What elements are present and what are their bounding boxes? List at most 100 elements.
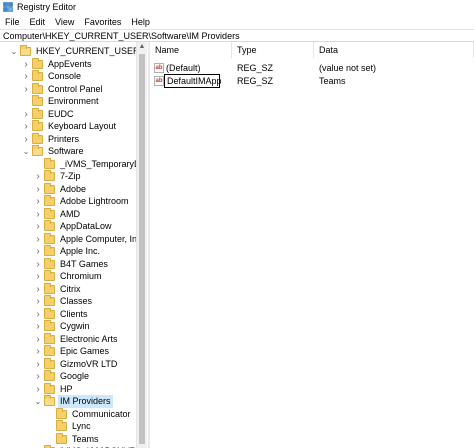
chevron-right-icon[interactable]: › bbox=[34, 233, 42, 246]
tree-item-lync[interactable]: Lync bbox=[0, 420, 136, 433]
tree-item-electronic-arts[interactable]: › Electronic Arts bbox=[0, 332, 136, 346]
tree-item-label: Cygwin bbox=[60, 321, 90, 331]
chevron-right-icon[interactable]: › bbox=[34, 295, 42, 308]
chevron-right-icon[interactable]: › bbox=[22, 120, 30, 133]
chevron-right-icon[interactable]: › bbox=[22, 70, 30, 83]
chevron-right-icon[interactable]: › bbox=[34, 245, 42, 258]
rename-input[interactable]: DefaultIMApp bbox=[164, 74, 222, 88]
folder-icon bbox=[32, 82, 43, 94]
menu-item-file[interactable]: File bbox=[0, 15, 25, 29]
tree-item-label: Google bbox=[60, 371, 90, 381]
tree-item-label: Teams bbox=[72, 433, 99, 444]
tree-item-citrix[interactable]: › Citrix bbox=[0, 282, 136, 296]
value-data: (value not set) bbox=[319, 63, 377, 73]
tree-item-label: HKEY_CURRENT_USER bbox=[36, 46, 140, 56]
folder-icon bbox=[44, 170, 55, 181]
tree-item-console[interactable]: › Console bbox=[0, 70, 136, 83]
tree-item-im-providers[interactable]: ⌄ IM Providers bbox=[0, 395, 136, 408]
tree-item-google[interactable]: › Google bbox=[0, 370, 136, 383]
chevron-down-icon[interactable]: ⌄ bbox=[22, 145, 30, 158]
folder-icon bbox=[44, 182, 55, 194]
folder-icon bbox=[44, 357, 55, 369]
chevron-down-icon[interactable]: ⌄ bbox=[10, 45, 18, 58]
tree-item-label: Apple Inc. bbox=[60, 246, 101, 256]
menu-item-help[interactable]: Help bbox=[126, 15, 155, 29]
chevron-right-icon[interactable]: › bbox=[22, 83, 30, 96]
chevron-right-icon[interactable]: › bbox=[34, 383, 42, 396]
tree-item-printers[interactable]: › Printers bbox=[0, 132, 136, 146]
chevron-right-icon[interactable]: › bbox=[34, 333, 42, 346]
folder-icon bbox=[20, 45, 31, 56]
menu-item-edit[interactable]: Edit bbox=[25, 15, 51, 29]
tree-item-hp[interactable]: › HP bbox=[0, 382, 136, 396]
tree-item-label: Citrix bbox=[60, 283, 81, 294]
tree-item-apple-computer-inc[interactable]: › Apple Computer, Inc bbox=[0, 232, 142, 246]
tree-item-teams[interactable]: Teams bbox=[0, 432, 136, 446]
chevron-right-icon[interactable]: › bbox=[34, 320, 42, 333]
tree-item-appdatalow[interactable]: › AppDataLow bbox=[0, 220, 136, 233]
chevron-right-icon[interactable]: › bbox=[34, 220, 42, 233]
chevron-right-icon[interactable]: › bbox=[34, 258, 42, 271]
tree-item-control-panel[interactable]: › Control Panel bbox=[0, 82, 136, 96]
chevron-right-icon[interactable]: › bbox=[34, 208, 42, 221]
chevron-right-icon[interactable]: › bbox=[34, 308, 42, 321]
folder-icon bbox=[44, 345, 55, 356]
chevron-right-icon[interactable]: › bbox=[34, 170, 42, 183]
folder-icon bbox=[44, 370, 55, 381]
tree-item-gizmovr-ltd[interactable]: › GizmoVR LTD bbox=[0, 357, 136, 371]
chevron-right-icon[interactable]: › bbox=[34, 270, 42, 283]
tree-item-epic-games[interactable]: › Epic Games bbox=[0, 345, 136, 358]
tree-item-classes[interactable]: › Classes bbox=[0, 295, 136, 308]
tree-item-chromium[interactable]: › Chromium bbox=[0, 270, 136, 283]
column-header-data[interactable]: Data bbox=[314, 42, 474, 58]
tree-item-adobe[interactable]: › Adobe bbox=[0, 182, 136, 196]
tree-item-software[interactable]: ⌄ Software bbox=[0, 145, 136, 158]
menu-item-view[interactable]: View bbox=[50, 15, 79, 29]
tree-item-label: 7-Zip bbox=[60, 171, 81, 181]
tree-item-appevents[interactable]: › AppEvents bbox=[0, 57, 136, 71]
scroll-thumb[interactable] bbox=[139, 54, 145, 444]
tree-item-cygwin[interactable]: › Cygwin bbox=[0, 320, 136, 333]
tree-item-communicator[interactable]: Communicator bbox=[0, 407, 136, 421]
tree-item-b4t-games[interactable]: › B4T Games bbox=[0, 257, 136, 271]
folder-icon bbox=[44, 307, 55, 319]
folder-icon bbox=[44, 157, 55, 169]
chevron-down-icon[interactable]: ⌄ bbox=[34, 395, 42, 408]
tree-item-apple-inc-[interactable]: › Apple Inc. bbox=[0, 245, 136, 258]
chevron-right-icon[interactable]: › bbox=[34, 183, 42, 196]
chevron-right-icon[interactable]: › bbox=[22, 108, 30, 121]
chevron-right-icon[interactable]: › bbox=[22, 133, 30, 146]
tree-item-label: Electronic Arts bbox=[60, 333, 118, 344]
key-tree[interactable]: ⌄ HKEY_CURRENT_USER › AppEvents › Console › Con… bbox=[0, 42, 148, 448]
tree-item--ivms-temporaryda[interactable]: _iVMS_TemporaryDa bbox=[0, 157, 146, 171]
tree-item-clients[interactable]: › Clients bbox=[0, 307, 136, 321]
value-row[interactable]: ab DefaultIMApp REG_SZ Teams bbox=[150, 74, 474, 88]
tree-item-7-zip[interactable]: › 7-Zip bbox=[0, 170, 136, 183]
chevron-right-icon[interactable]: › bbox=[34, 283, 42, 296]
tree-item-hkey-current-user[interactable]: ⌄ HKEY_CURRENT_USER bbox=[0, 45, 140, 58]
chevron-right-icon[interactable]: › bbox=[34, 370, 42, 383]
tree-item-keyboard-layout[interactable]: › Keyboard Layout bbox=[0, 120, 136, 133]
column-header-name[interactable]: Name bbox=[150, 42, 232, 58]
chevron-right-icon[interactable]: › bbox=[34, 358, 42, 371]
tree-item-amd[interactable]: › AMD bbox=[0, 207, 136, 221]
tree-item-adobe-lightroom[interactable]: › Adobe Lightroom bbox=[0, 195, 136, 208]
tree-item-eudc[interactable]: › EUDC bbox=[0, 107, 136, 121]
menu-item-favorites[interactable]: Favorites bbox=[79, 15, 126, 29]
values-list[interactable]: Name Type Data ab (Default) REG_SZ (value not… bbox=[150, 42, 474, 448]
tree-scrollbar[interactable]: ▲ bbox=[136, 42, 147, 448]
folder-icon bbox=[44, 270, 55, 281]
scroll-up-arrow-icon[interactable]: ▲ bbox=[137, 42, 147, 52]
folder-icon bbox=[32, 95, 43, 106]
chevron-right-icon[interactable]: › bbox=[22, 58, 30, 71]
tree-item-environment[interactable]: Environment bbox=[0, 95, 136, 108]
chevron-right-icon[interactable]: › bbox=[34, 345, 42, 358]
folder-icon bbox=[44, 295, 55, 306]
tree-item-label: EUDC bbox=[48, 108, 74, 119]
folder-icon bbox=[56, 407, 67, 419]
tree-item-label: Adobe Lightroom bbox=[60, 196, 129, 206]
chevron-right-icon[interactable]: › bbox=[34, 195, 42, 208]
folder-icon bbox=[44, 195, 55, 206]
column-header-type[interactable]: Type bbox=[232, 42, 314, 58]
address-bar[interactable]: Computer\HKEY_CURRENT_USER\Software\IM P… bbox=[0, 29, 474, 42]
